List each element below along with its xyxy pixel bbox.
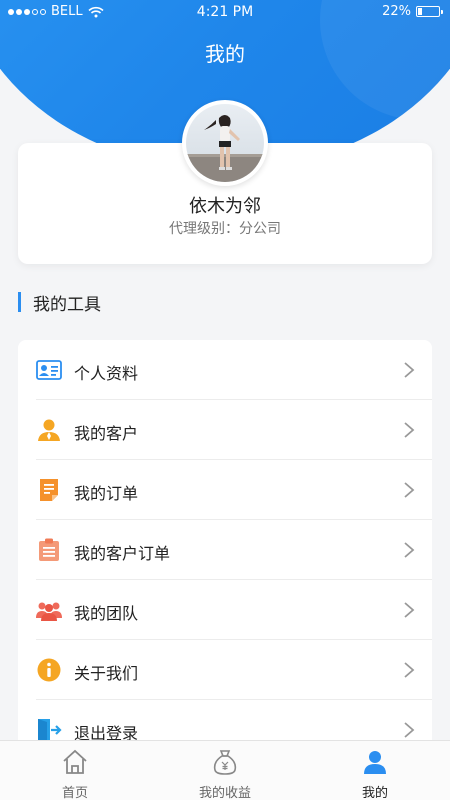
tab-earnings[interactable]: 我的收益 [150,741,300,800]
battery-group: 22% [382,4,443,19]
menu-item-label: 我的订单 [74,484,139,503]
chevron-right-icon [404,722,415,738]
bottom-tab-bar: 首页 我的收益 我的 [0,740,450,800]
menu-item-my-team[interactable]: 我的团队 [18,580,432,640]
chevron-right-icon [404,482,415,498]
home-icon [63,749,87,774]
menu-item-about-us[interactable]: 关于我们 [18,640,432,700]
menu-item-label: 我的客户 [74,424,139,443]
customer-icon [38,419,60,441]
menu-item-label: 我的客户订单 [74,544,171,563]
info-icon [37,658,61,682]
battery-percent: 22% [382,4,411,19]
tab-mine[interactable]: 我的 [300,741,450,800]
battery-icon [416,6,443,17]
team-icon [36,602,62,621]
avatar-photo [186,104,264,182]
money-bag-icon [213,750,237,775]
chevron-right-icon [404,662,415,678]
agent-level: 代理级别：分公司 [169,221,281,237]
tab-label: 我的收益 [198,786,251,800]
tab-label: 首页 [61,786,88,800]
tools-menu: 个人资料 我的客户 我的订单 我的客户订单 我的团队 关于我们 退出登录 [18,340,432,760]
menu-item-label: 关于我们 [74,664,139,683]
profile-name: 依木为邻 [189,196,261,217]
menu-item-customer-orders[interactable]: 我的客户订单 [18,520,432,580]
menu-item-label: 个人资料 [74,364,139,383]
menu-item-my-customers[interactable]: 我的客户 [18,400,432,460]
chevron-right-icon [404,422,415,438]
status-bar: BELL 4:21 PM 22% [0,0,450,24]
clipboard-icon [39,538,59,561]
id-card-icon [36,360,62,380]
chevron-right-icon [404,542,415,558]
menu-item-label: 我的团队 [74,604,139,623]
tools-section-header: 我的工具 [18,291,101,315]
user-icon [364,751,386,774]
menu-item-profile[interactable]: 个人资料 [18,340,432,400]
section-accent-bar [18,292,21,312]
tab-home[interactable]: 首页 [0,741,150,800]
chevron-right-icon [404,362,415,378]
page-title: 我的 [205,42,245,66]
chevron-right-icon [404,602,415,618]
avatar[interactable] [182,100,268,186]
section-title: 我的工具 [33,294,101,315]
tab-label: 我的 [361,786,388,800]
logout-icon [38,719,62,742]
order-document-icon [40,479,58,501]
menu-item-my-orders[interactable]: 我的订单 [18,460,432,520]
